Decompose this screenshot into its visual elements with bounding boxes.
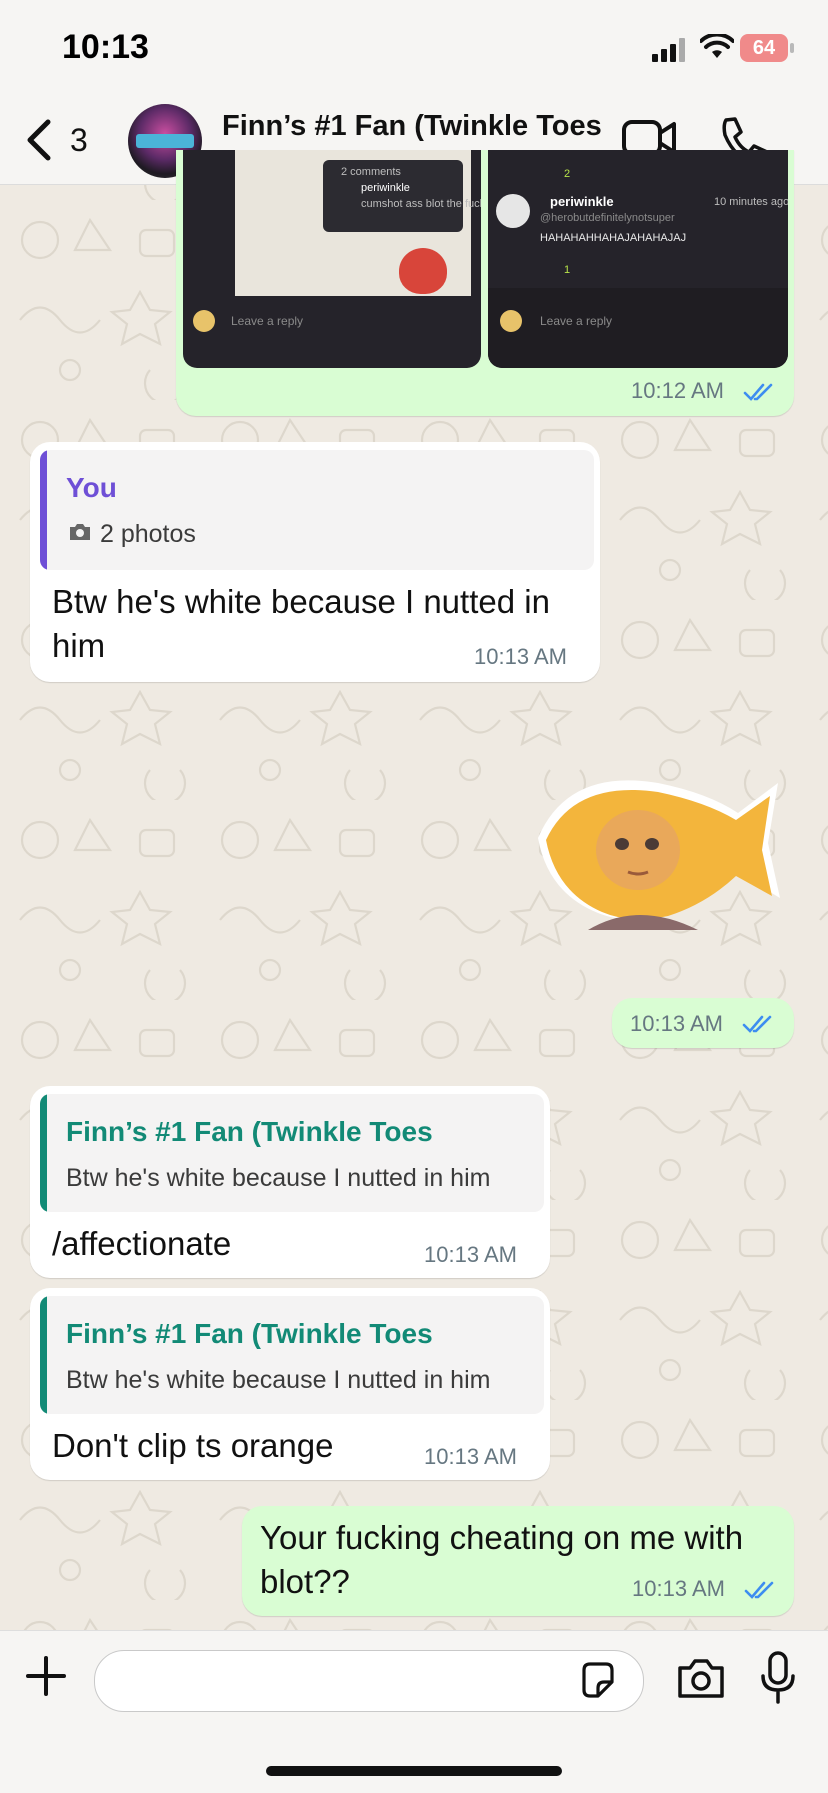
quote-author: You	[66, 472, 117, 503]
sticker-time-bubble: 10:13 AM	[612, 998, 794, 1048]
comment-text: cumshot ass blot the fuck	[361, 198, 481, 210]
commenter: periwinkle	[361, 182, 410, 194]
microphone-icon	[761, 1651, 795, 1704]
attach-button[interactable]	[24, 1654, 68, 1698]
camera-icon	[678, 1659, 724, 1698]
likes: 1	[564, 264, 571, 276]
message-text: /affectionate	[52, 1225, 232, 1262]
reply-placeholder-right[interactable]: Leave a reply	[540, 314, 612, 328]
strawberry-sticker	[399, 248, 447, 294]
sticker-icon	[582, 1662, 614, 1698]
read-ticks-icon	[744, 1581, 774, 1599]
comment-text-right: HAHAHAHHAHAJAHAHAJAJ	[540, 232, 687, 244]
message-time: 10:13 AM	[630, 1011, 723, 1036]
quote-bar	[40, 1094, 47, 1212]
home-indicator	[266, 1766, 562, 1776]
quoted-message[interactable]: Finn’s #1 Fan (Twinkle Toes Btw he's whi…	[40, 1094, 544, 1212]
wifi-icon	[700, 34, 734, 58]
quote-text: Btw he's white because I nutted in him	[66, 1366, 491, 1394]
read-ticks-icon	[743, 383, 773, 401]
chevron-left-icon	[27, 119, 51, 161]
message-time: 10:13 AM	[424, 1242, 517, 1267]
message-bubble[interactable]: Finn’s #1 Fan (Twinkle Toes Btw he's whi…	[30, 1288, 550, 1480]
contact-name[interactable]: Finn’s #1 Fan (Twinkle Toes	[222, 110, 602, 143]
read-ticks-icon	[742, 1015, 772, 1033]
time-ago: 10 minutes ago	[714, 196, 788, 208]
comments-label: 2 comments	[341, 166, 401, 178]
commenter-handle: @herobutdefinitelynotsuper	[540, 212, 675, 224]
quote-bar	[40, 450, 47, 570]
quoted-message[interactable]: Finn’s #1 Fan (Twinkle Toes Btw he's whi…	[40, 1296, 544, 1414]
camera-button[interactable]	[676, 1656, 726, 1702]
battery-indicator: 64	[740, 34, 788, 62]
photo-left[interactable]: 2 comments periwinkle cumshot ass blot t…	[183, 150, 481, 368]
reply-placeholder[interactable]: Leave a reply	[231, 314, 303, 328]
message-time: 10:12 AM	[631, 378, 724, 403]
battery-tip	[790, 43, 794, 53]
message-bubble[interactable]: You 2 photos Btw he's white because I nu…	[30, 442, 600, 682]
sticker-button[interactable]	[578, 1660, 618, 1700]
plus-icon	[26, 1656, 66, 1696]
quote-author: Finn’s #1 Fan (Twinkle Toes	[66, 1318, 433, 1349]
fish-face-sticker[interactable]	[528, 760, 788, 940]
message-text: Don't clip ts orange	[52, 1427, 334, 1464]
message-time: 10:13 AM	[632, 1576, 725, 1601]
photo-right[interactable]: 2 periwinkle 10 minutes ago @herobutdefi…	[488, 150, 788, 368]
message-bubble[interactable]: Your fucking cheating on me with blot?? …	[242, 1506, 794, 1616]
message-time: 10:13 AM	[474, 644, 567, 669]
avatar-banner	[136, 134, 194, 148]
quote-bar	[40, 1296, 47, 1414]
quote-text: 2 photos	[100, 520, 196, 548]
microphone-button[interactable]	[760, 1650, 796, 1706]
unread-count[interactable]: 3	[70, 122, 88, 159]
photo-message[interactable]: 2 comments periwinkle cumshot ass blot t…	[176, 150, 794, 416]
quote-text: Btw he's white because I nutted in him	[66, 1164, 491, 1192]
message-time: 10:13 AM	[424, 1444, 517, 1469]
message-bubble[interactable]: Finn’s #1 Fan (Twinkle Toes Btw he's whi…	[30, 1086, 550, 1278]
status-time: 10:13	[62, 28, 149, 66]
camera-icon	[70, 524, 90, 540]
quoted-message[interactable]: You 2 photos	[40, 450, 594, 570]
message-input[interactable]	[94, 1650, 644, 1712]
cellular-signal-icon	[652, 38, 685, 62]
quote-author: Finn’s #1 Fan (Twinkle Toes	[66, 1116, 433, 1147]
battery-level: 64	[752, 37, 776, 59]
commenter-right: periwinkle	[550, 194, 614, 209]
likes-top: 2	[564, 168, 571, 180]
